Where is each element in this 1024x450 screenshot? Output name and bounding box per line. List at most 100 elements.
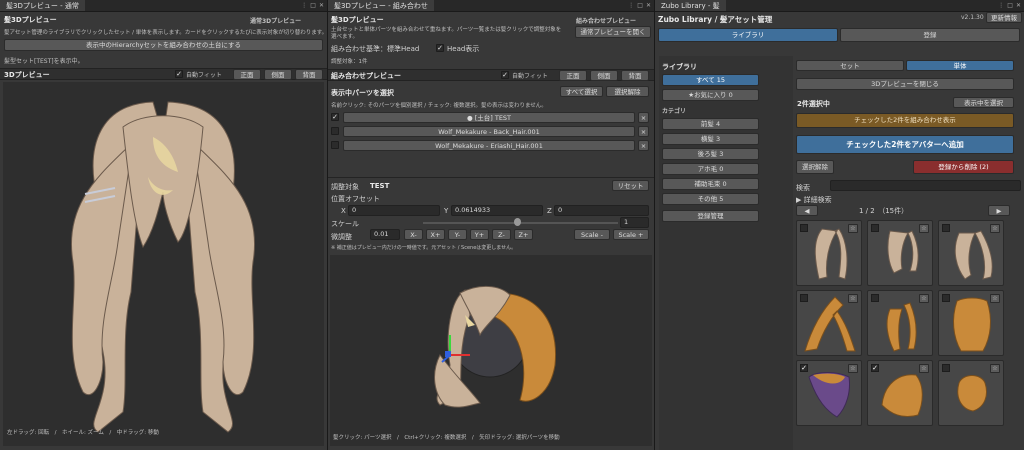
thumbnail-checkbox[interactable] — [942, 294, 950, 302]
panel1-back-button[interactable]: 背面 — [295, 69, 323, 80]
page-prev-button[interactable]: ◀ — [796, 205, 818, 216]
favorite-star-icon[interactable]: ☆ — [990, 224, 1000, 233]
menu-icon[interactable]: ⋮ — [301, 2, 307, 9]
thumbnail-checkbox[interactable] — [871, 294, 879, 302]
part-name-button[interactable]: Wolf_Mekakure - Back_Hair.001 — [343, 126, 635, 137]
segment-set[interactable]: セット — [796, 60, 904, 71]
part-checkbox[interactable]: ✓ — [331, 113, 339, 121]
panel2-autofit-checkbox[interactable]: ✓ — [501, 71, 509, 79]
part-remove-button[interactable]: × — [638, 112, 649, 123]
favorite-star-icon[interactable]: ☆ — [919, 364, 929, 373]
filter-all[interactable]: すべて 15 — [662, 74, 759, 86]
combine-checked-button[interactable]: チェックした2件を組み合わせ表示 — [796, 113, 1014, 128]
advanced-search-toggle[interactable]: ▶ 詳細検索 — [796, 195, 832, 205]
nudge-z-minus[interactable]: Z- — [492, 229, 511, 240]
category-other[interactable]: その他 5 — [662, 193, 759, 205]
thumbnail-checkbox[interactable] — [942, 364, 950, 372]
panel2-front-button[interactable]: 正面 — [559, 70, 587, 81]
hair-thumbnail[interactable]: ✓ ☆ — [796, 360, 862, 426]
category-back[interactable]: 後ろ髪 3 — [662, 148, 759, 160]
favorite-star-icon[interactable]: ☆ — [990, 364, 1000, 373]
hair-thumbnail[interactable]: ☆ — [938, 290, 1004, 356]
favorite-star-icon[interactable]: ☆ — [919, 294, 929, 303]
hair-thumbnail[interactable]: ☆ — [938, 220, 1004, 286]
part-remove-button[interactable]: × — [638, 140, 649, 151]
tab-register[interactable]: 登録 — [840, 28, 1020, 42]
hair-thumbnail[interactable]: ☆ — [796, 290, 862, 356]
maximize-icon[interactable]: □ — [637, 2, 643, 9]
thumbnail-checkbox[interactable]: ✓ — [800, 364, 808, 372]
panel3-tab[interactable]: Zubo Library - 髪 — [655, 0, 726, 11]
hair-thumbnail[interactable]: ✓ ☆ — [867, 360, 933, 426]
thumbnail-checkbox[interactable]: ✓ — [871, 364, 879, 372]
page-next-button[interactable]: ▶ — [988, 205, 1010, 216]
panel2-back-button[interactable]: 背面 — [621, 70, 649, 81]
clear-selection-button[interactable]: 選択解除 — [796, 160, 834, 174]
favorite-star-icon[interactable]: ☆ — [848, 364, 858, 373]
scale-slider-handle[interactable] — [514, 218, 521, 226]
nudge-x-plus[interactable]: X+ — [426, 229, 445, 240]
hair-thumbnail[interactable]: ☆ — [867, 220, 933, 286]
tab-library[interactable]: ライブラリ — [658, 28, 838, 42]
part-checkbox[interactable] — [331, 141, 339, 149]
hair-thumbnail[interactable]: ☆ — [796, 220, 862, 286]
hair-thumbnail[interactable]: ☆ — [867, 290, 933, 356]
open-normal-preview-button[interactable]: 通常プレビューを開く — [575, 26, 651, 38]
deselect-button[interactable]: 選択解除 — [606, 86, 649, 97]
segment-single[interactable]: 単体 — [906, 60, 1014, 71]
menu-icon[interactable]: ⋮ — [998, 2, 1004, 9]
head-toggle-checkbox[interactable]: ✓ — [436, 44, 444, 52]
panel2-tab[interactable]: 髪3Dプレビュー - 組み合わせ — [328, 0, 434, 11]
close-icon[interactable]: ✕ — [319, 2, 324, 9]
select-all-button[interactable]: すべて選択 — [560, 86, 603, 97]
select-shown-button[interactable]: 表示中を選択 — [953, 97, 1014, 108]
panel1-3d-viewport[interactable]: 左ドラッグ: 回転 / ホイール: ズーム / 中ドラッグ: 移動 — [3, 82, 324, 446]
part-remove-button[interactable]: × — [638, 126, 649, 137]
close-3d-preview-button[interactable]: 3Dプレビューを閉じる — [796, 78, 1014, 90]
menu-icon[interactable]: ⋮ — [628, 2, 634, 9]
offset-z-input[interactable]: 0 — [554, 205, 649, 216]
filter-favorites[interactable]: ★お気に入り 0 — [662, 89, 759, 101]
close-icon[interactable]: ✕ — [1016, 2, 1021, 9]
favorite-star-icon[interactable]: ☆ — [848, 224, 858, 233]
favorite-star-icon[interactable]: ☆ — [919, 224, 929, 233]
thumbnail-checkbox[interactable] — [871, 224, 879, 232]
update-info-button[interactable]: 更新情報 — [986, 12, 1022, 23]
category-ahoge[interactable]: アホ毛 0 — [662, 163, 759, 175]
combine-base-button[interactable]: 表示中のHierarchyセットを組み合わせの土台にする — [4, 39, 323, 51]
favorite-star-icon[interactable]: ☆ — [848, 294, 858, 303]
reset-button[interactable]: リセット — [612, 180, 649, 191]
nudge-z-plus[interactable]: Z+ — [514, 229, 533, 240]
maximize-icon[interactable]: □ — [310, 2, 316, 9]
nudge-y-plus[interactable]: Y+ — [470, 229, 489, 240]
nudge-x-minus[interactable]: X- — [404, 229, 423, 240]
panel1-autofit-checkbox[interactable]: ✓ — [175, 70, 183, 78]
add-to-avatar-button[interactable]: チェックした2件をアバターへ追加 — [796, 135, 1014, 154]
close-icon[interactable]: ✕ — [646, 2, 651, 9]
scale-minus-button[interactable]: Scale - — [574, 229, 610, 240]
search-input[interactable] — [830, 180, 1021, 191]
category-side[interactable]: 横髪 3 — [662, 133, 759, 145]
panel1-front-button[interactable]: 正面 — [233, 69, 261, 80]
offset-y-input[interactable]: 0.0614933 — [451, 205, 543, 216]
panel1-tab[interactable]: 髪3Dプレビュー - 通常 — [0, 0, 85, 11]
category-front[interactable]: 前髪 4 — [662, 118, 759, 130]
register-manage-button[interactable]: 登録管理 — [662, 210, 759, 222]
panel2-side-button[interactable]: 側面 — [590, 70, 618, 81]
category-extra-strand[interactable]: 補助毛束 0 — [662, 178, 759, 190]
thumbnail-checkbox[interactable] — [800, 224, 808, 232]
favorite-star-icon[interactable]: ☆ — [990, 294, 1000, 303]
panel2-3d-viewport[interactable]: 髪クリック: パーツ選択 / Ctrl+クリック: 複数選択 / 矢印ドラッグ:… — [330, 255, 652, 446]
hair-thumbnail[interactable]: ☆ — [938, 360, 1004, 426]
part-name-button[interactable]: Wolf_Mekakure - Eriashi_Hair.001 — [343, 140, 635, 151]
part-checkbox[interactable] — [331, 127, 339, 135]
maximize-icon[interactable]: □ — [1007, 2, 1013, 9]
panel1-side-button[interactable]: 側面 — [264, 69, 292, 80]
thumbnail-checkbox[interactable] — [800, 294, 808, 302]
fine-step-input[interactable]: 0.01 — [370, 229, 400, 240]
scale-input[interactable]: 1 — [620, 217, 649, 228]
nudge-y-minus[interactable]: Y- — [448, 229, 467, 240]
offset-x-input[interactable]: 0 — [348, 205, 440, 216]
scale-plus-button[interactable]: Scale + — [613, 229, 649, 240]
thumbnail-checkbox[interactable] — [942, 224, 950, 232]
